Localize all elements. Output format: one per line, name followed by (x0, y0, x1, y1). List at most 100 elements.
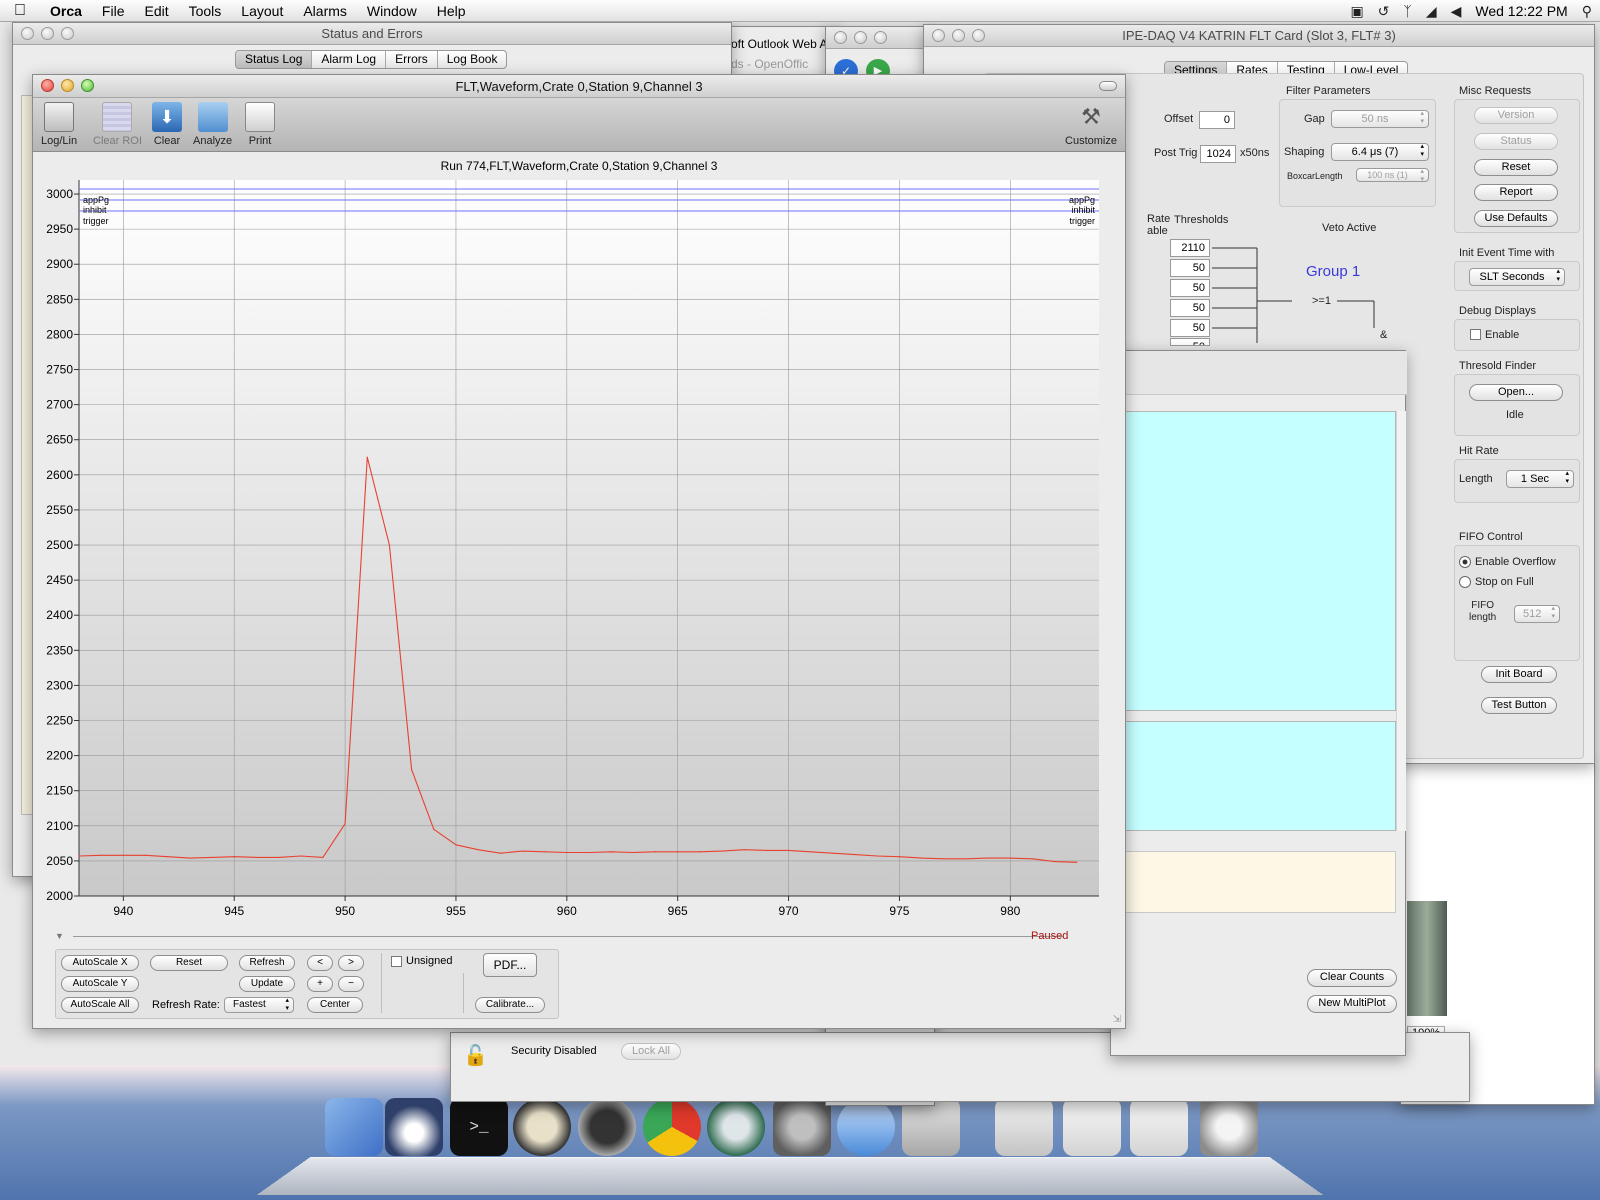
lock-icon[interactable]: 🔓 (463, 1043, 488, 1068)
center-button[interactable]: Center (307, 997, 363, 1013)
autoscale-all-button[interactable]: AutoScale All (61, 997, 139, 1013)
autoscale-x-button[interactable]: AutoScale X (61, 955, 139, 971)
pufferfish-icon[interactable] (513, 1098, 571, 1156)
apple-menu-icon[interactable]:  (0, 2, 40, 20)
clear-roi-button[interactable]: Clear ROI (93, 102, 142, 147)
reset-button[interactable]: Reset (1474, 159, 1558, 176)
menu-file[interactable]: File (92, 3, 135, 19)
unsigned-checkbox[interactable] (391, 956, 402, 967)
rates-scrollbar[interactable] (1396, 411, 1406, 831)
autoscale-y-button[interactable]: AutoScale Y (61, 976, 139, 992)
terminal-icon[interactable]: >_ (450, 1098, 508, 1156)
resize-grip-icon[interactable]: ⇲ (1113, 1014, 1121, 1025)
document-thumbnail-2-icon[interactable] (1130, 1098, 1188, 1156)
test-button[interactable]: Test Button (1481, 697, 1557, 714)
customize-button[interactable]: ⚒ Customize (1065, 102, 1117, 147)
refresh-rate-popup[interactable]: Fastest (224, 997, 294, 1013)
scroll-left-button[interactable]: < (307, 955, 333, 971)
stacks-icon[interactable] (995, 1098, 1053, 1156)
finder-icon[interactable] (325, 1098, 383, 1156)
document-thumbnail-icon[interactable] (1063, 1098, 1121, 1156)
orca-icon[interactable] (385, 1098, 443, 1156)
menu-tools[interactable]: Tools (179, 3, 232, 19)
zoom-button[interactable] (61, 27, 74, 40)
menu-window[interactable]: Window (357, 3, 427, 19)
menu-alarms[interactable]: Alarms (293, 3, 357, 19)
menu-app[interactable]: Orca (40, 3, 92, 19)
close-button[interactable] (932, 29, 945, 42)
calibrate-button[interactable]: Calibrate... (475, 997, 545, 1013)
minimize-button[interactable] (952, 29, 965, 42)
enable-overflow-radio[interactable] (1459, 556, 1471, 568)
use-defaults-button[interactable]: Use Defaults (1474, 210, 1558, 227)
screen-share-icon[interactable]: ▣ (1350, 3, 1363, 20)
init-board-button[interactable]: Init Board (1481, 666, 1557, 683)
hit-rate-length-popup[interactable]: 1 Sec (1506, 470, 1574, 488)
zoom-in-button[interactable]: + (307, 976, 333, 992)
disclosure-triangle-icon[interactable]: ▼ (55, 931, 64, 941)
boxcar-popup[interactable]: 100 ns (1) (1356, 168, 1429, 184)
close-button[interactable] (21, 27, 34, 40)
status-button[interactable]: Status (1474, 133, 1558, 150)
tab-errors[interactable]: Errors (386, 51, 438, 68)
analyze-button[interactable]: Analyze (193, 102, 232, 147)
menu-help[interactable]: Help (427, 3, 476, 19)
menu-edit[interactable]: Edit (134, 3, 178, 19)
tab-log-book[interactable]: Log Book (438, 51, 507, 68)
bluetooth-icon[interactable]: ᛉ (1403, 3, 1411, 19)
lock-all-button[interactable]: Lock All (621, 1043, 681, 1060)
close-button[interactable] (834, 31, 847, 44)
threshold-field-2[interactable]: 50 (1170, 279, 1210, 297)
offset-field[interactable]: 0 (1199, 111, 1235, 129)
minimize-button[interactable] (854, 31, 867, 44)
post-trig-field[interactable]: 1024 (1200, 145, 1236, 163)
time-machine-icon[interactable]: ↺ (1378, 3, 1390, 20)
minimize-button[interactable] (41, 27, 54, 40)
threshold-field-3[interactable]: 50 (1170, 299, 1210, 317)
threshold-finder-open-button[interactable]: Open... (1469, 384, 1563, 401)
wifi-icon[interactable]: ◢ (1426, 3, 1437, 20)
zoom-button[interactable] (874, 31, 887, 44)
threshold-field-1[interactable]: 50 (1170, 259, 1210, 277)
clear-counts-button[interactable]: Clear Counts (1307, 969, 1397, 987)
threshold-field-5[interactable]: 50 (1170, 338, 1210, 346)
shaping-popup[interactable]: 6.4 μs (7) (1331, 143, 1429, 161)
version-button[interactable]: Version (1474, 107, 1558, 124)
remote-desktop-icon[interactable] (902, 1098, 960, 1156)
time-machine-dock-icon[interactable] (707, 1098, 765, 1156)
threshold-field-0[interactable]: 2110 (1170, 239, 1210, 257)
clear-button[interactable]: ⬇ Clear (152, 102, 182, 147)
pdf-button[interactable]: PDF... (483, 953, 537, 977)
update-button[interactable]: Update (239, 976, 295, 992)
fifo-length-popup[interactable]: 512 (1514, 605, 1560, 623)
reset-zoom-button[interactable]: Reset (150, 955, 228, 971)
minimize-button[interactable] (61, 79, 74, 92)
waveform-chart[interactable]: Run 774,FLT,Waveform,Crate 0,Station 9,C… (33, 153, 1125, 923)
zoom-out-button[interactable]: − (338, 976, 364, 992)
debug-enable-checkbox[interactable] (1470, 329, 1481, 340)
chrome-icon[interactable] (643, 1098, 701, 1156)
close-button[interactable] (41, 79, 54, 92)
volume-icon[interactable]: ◀ (1451, 3, 1462, 20)
plot-area[interactable]: Run 774,FLT,Waveform,Crate 0,Station 9,C… (33, 153, 1125, 923)
dashboard-icon[interactable] (578, 1098, 636, 1156)
log-lin-button[interactable]: Log/Lin (41, 102, 77, 147)
gap-popup[interactable]: 50 ns (1331, 110, 1429, 128)
zoom-button[interactable] (972, 29, 985, 42)
trash-icon[interactable] (1200, 1098, 1258, 1156)
menu-clock[interactable]: Wed 12:22 PM (1475, 3, 1567, 19)
stop-on-full-radio[interactable] (1459, 576, 1471, 588)
refresh-button[interactable]: Refresh (239, 955, 295, 971)
tab-alarm-log[interactable]: Alarm Log (312, 51, 387, 68)
scroll-right-button[interactable]: > (338, 955, 364, 971)
menu-layout[interactable]: Layout (231, 3, 293, 19)
tab-status-log[interactable]: Status Log (236, 51, 313, 68)
threshold-field-4[interactable]: 50 (1170, 319, 1210, 337)
system-preferences-icon[interactable] (773, 1098, 831, 1156)
toolbar-toggle-button[interactable] (1099, 81, 1117, 91)
mail-icon[interactable] (837, 1098, 895, 1156)
new-multiplot-button[interactable]: New MultiPlot (1307, 995, 1397, 1013)
zoom-button[interactable] (81, 79, 94, 92)
init-event-popup[interactable]: SLT Seconds (1469, 268, 1565, 286)
report-button[interactable]: Report (1474, 184, 1558, 201)
